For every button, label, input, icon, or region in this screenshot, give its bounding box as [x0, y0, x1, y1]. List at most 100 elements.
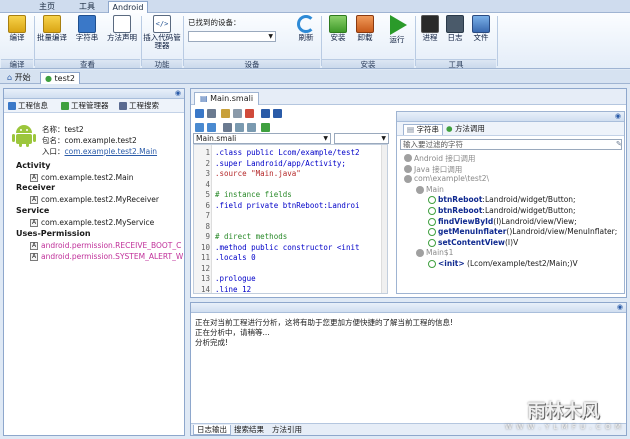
info-name-label: 名称： [42, 125, 65, 134]
method-icon: ● [446, 124, 453, 133]
watermark-logo: 雨林木风 W W W . Y L M F U . C O M [501, 401, 626, 435]
tab-project-search[interactable]: 工程搜索 [118, 101, 159, 112]
editor-tab-bar: ▤ Main.smali [191, 89, 626, 105]
format-icon[interactable] [223, 123, 232, 132]
tree-node-label: com\example\test2\ [414, 174, 490, 184]
tab-log-output[interactable]: 日志输出 [193, 425, 231, 435]
line-number: 10 [200, 242, 210, 252]
install-button[interactable]: 安装 [326, 15, 350, 42]
list-item[interactable]: A android.permission.RECEIVE_BOOT_C [30, 241, 184, 250]
tree-node-method: btnReboot [438, 206, 483, 215]
section-activity: Activity [16, 161, 51, 170]
tab-method-references[interactable]: 方法引用 [269, 425, 305, 435]
log-button[interactable]: 日志 [444, 15, 466, 42]
tree-node[interactable]: btnReboot:Landroid/widget/Button; [427, 206, 576, 215]
bookmark-icon[interactable] [261, 123, 270, 132]
clear-filter-icon[interactable]: ✎ [616, 140, 622, 148]
batch-compile-label: 批量编译 [37, 33, 67, 42]
list-item[interactable]: A com.example.test2.MyService [30, 218, 154, 227]
tree-node[interactable]: findViewById(I)Landroid/view/View; [427, 217, 577, 226]
code-editor[interactable]: 1 .class public Lcom/example/test2 2 .super… [193, 144, 388, 294]
refresh-button[interactable]: 刷新 [294, 15, 318, 42]
tree-node-signature: ()Landroid/view/MenuInflater; [506, 227, 618, 237]
code-line: .source "Main.java" [215, 169, 301, 178]
process-button[interactable]: 进程 [419, 15, 441, 42]
doc-tab-test2[interactable]: ● test2 [40, 72, 80, 84]
line-number: 8 [205, 221, 210, 231]
tree-node[interactable]: <init> (Lcom/example/test2/Main;)V [427, 259, 578, 268]
doc-tab-test2-label: test2 [54, 74, 75, 83]
tab-method-calls[interactable]: ● 方法调用 [443, 124, 488, 135]
lookup-header: ◉ [397, 112, 624, 122]
compile-button[interactable]: 编译 [4, 15, 30, 42]
vertical-scrollbar[interactable] [381, 145, 387, 293]
list-item[interactable]: A android.permission.SYSTEM_ALERT_W [30, 252, 184, 261]
insert-code-manager-button[interactable]: </> 插入代码管理器 [143, 15, 181, 50]
tree-node[interactable]: setContentView(I)V [427, 238, 518, 247]
tree-node[interactable]: Main [415, 185, 444, 194]
outdent-icon[interactable] [247, 123, 256, 132]
eye-icon[interactable]: ◉ [615, 112, 621, 120]
install-icon [329, 15, 347, 33]
line-number: 1 [205, 148, 210, 157]
save-icon[interactable] [195, 109, 204, 118]
compile-label: 编译 [9, 33, 25, 42]
lookup-tabs: ▤ 字符串 ● 方法调用 [397, 122, 624, 136]
permission-icon: A [30, 253, 38, 261]
arrow-left-icon[interactable] [195, 123, 204, 132]
info-entry-link[interactable]: com.example.test2.Main [65, 147, 158, 156]
paste-icon[interactable] [233, 109, 242, 118]
method-select[interactable]: ▼ [334, 133, 389, 144]
section-uses-permission: Uses-Permission [16, 229, 91, 238]
tab-tools[interactable]: 工具 [74, 1, 100, 13]
tree-node-label: Android 接口调用 [414, 154, 476, 163]
refresh-label: 刷新 [298, 33, 314, 42]
line-number: 4 [205, 179, 210, 189]
uninstall-button[interactable]: 卸载 [353, 15, 377, 42]
run-button[interactable]: 运行 [385, 15, 409, 44]
method-icon [428, 238, 436, 247]
tab-strings[interactable]: ▤ 字符串 [403, 124, 443, 135]
tree-node-signature: :Landroid/widget/Button; [482, 195, 576, 205]
batch-compile-button[interactable]: 批量编译 [37, 15, 67, 42]
strings-button[interactable]: 字符串 [72, 15, 102, 42]
filter-input[interactable]: 输入要过滤的字符 [400, 139, 622, 150]
copy-icon[interactable] [207, 109, 216, 118]
tree-node-method: getMenuInflater [438, 227, 507, 237]
undo-icon[interactable] [261, 109, 270, 118]
editor-toolbar [191, 107, 391, 120]
eye-icon[interactable]: ◉ [617, 303, 623, 311]
tab-search-results[interactable]: 搜索结果 [231, 425, 267, 435]
terminal-icon [421, 15, 439, 33]
tree-node[interactable]: Android 接口调用 [403, 153, 475, 164]
group-label-compile: 编译 [1, 59, 33, 69]
tree-node[interactable]: btnReboot:Landroid/widget/Button; [427, 195, 576, 205]
tree-node[interactable]: Main$1 [415, 248, 453, 258]
tree-node[interactable]: Java 接口调用 [403, 164, 462, 175]
tab-project-info-label: 工程信息 [18, 101, 48, 110]
list-item-label: com.example.test2.MyReceiver [41, 195, 159, 204]
doc-tab-start[interactable]: ⌂ 开始 [3, 72, 35, 84]
arrow-right-icon[interactable] [207, 123, 216, 132]
delete-icon[interactable] [245, 109, 254, 118]
line-number: 12 [200, 263, 210, 273]
cut-icon[interactable] [221, 109, 230, 118]
tree-node[interactable]: getMenuInflater()Landroid/view/MenuInfla… [427, 227, 618, 237]
tab-project-manager[interactable]: 工程管理器 [60, 101, 109, 112]
tree-node[interactable]: com\example\test2\ [403, 174, 490, 184]
eye-icon[interactable]: ◉ [175, 89, 181, 97]
tab-android[interactable]: Android [108, 1, 148, 13]
redo-icon[interactable] [273, 109, 282, 118]
class-select[interactable]: Main.smali ▼ [193, 133, 331, 144]
log-label: 日志 [447, 33, 463, 42]
editor-file-tab[interactable]: ▤ Main.smali [194, 92, 260, 105]
files-button[interactable]: 文件 [470, 15, 492, 42]
strings-label: 字符串 [75, 33, 99, 42]
device-select[interactable]: ▼ [188, 31, 276, 42]
indent-icon[interactable] [235, 123, 244, 132]
tab-home[interactable]: 主页 [34, 1, 60, 13]
list-item[interactable]: A com.example.test2.MyReceiver [30, 195, 159, 204]
method-declaration-button[interactable]: 方法声明 [106, 15, 138, 42]
tab-project-info[interactable]: 工程信息 [7, 101, 48, 112]
list-item[interactable]: A com.example.test2.Main [30, 173, 134, 182]
